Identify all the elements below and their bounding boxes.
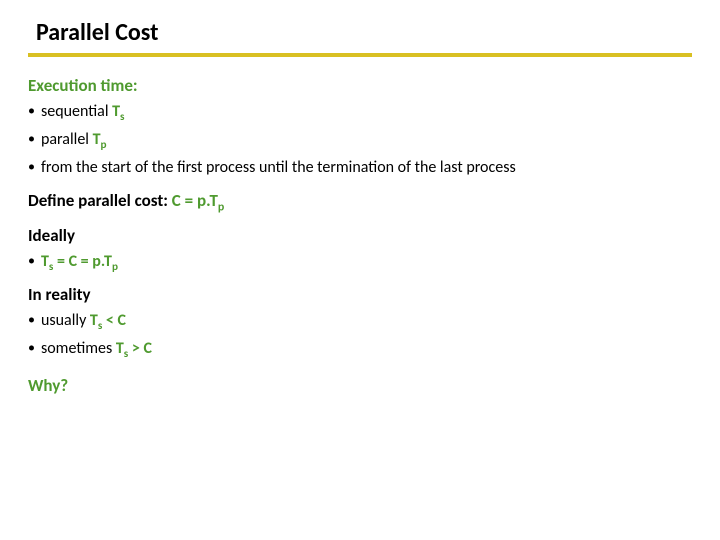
bullet-icon: • [28, 102, 35, 120]
heading-why: Why? [28, 375, 692, 396]
bullet-parallel-text: parallel Tp [41, 130, 107, 152]
symbol-T: T [41, 252, 49, 271]
in-reality-label: In reality [28, 284, 91, 305]
word-parallel: parallel [41, 130, 93, 149]
heading-in-reality: In reality [28, 284, 692, 305]
bullet-definition-note-text: from the start of the first process unti… [41, 158, 516, 178]
word-sometimes: sometimes [41, 339, 116, 358]
subscript-s: s [120, 110, 124, 124]
symbol-T: T [90, 311, 98, 330]
subscript-p: p [100, 138, 106, 152]
subscript-p: p [218, 201, 224, 215]
expr-gt: > C [128, 339, 152, 358]
symbol-T: T [112, 102, 120, 121]
symbol-T: T [116, 339, 124, 358]
heading-ideally: Ideally [28, 225, 692, 246]
heading-execution-time: Execution time: [28, 75, 692, 96]
bullet-parallel: • parallel Tp [28, 130, 692, 152]
slide-title: Parallel Cost [28, 18, 692, 57]
slide: Parallel Cost Execution time: • sequenti… [0, 0, 720, 540]
bullet-icon: • [28, 252, 35, 270]
heading-define-cost: Define parallel cost: C = p.Tp [28, 190, 692, 214]
define-expr-prefix: C = p.T [168, 190, 218, 211]
expr-mid: = C = p.T [53, 252, 112, 271]
bullet-sequential: • sequential Ts [28, 102, 692, 124]
bullet-ideally-expr: • Ts = C = p.Tp [28, 252, 692, 274]
word-usually: usually [41, 311, 90, 330]
bullet-sometimes-text: sometimes Ts > C [41, 339, 152, 361]
bullet-sequential-text: sequential Ts [41, 102, 125, 124]
word-sequential: sequential [41, 102, 112, 121]
bullet-icon: • [28, 158, 35, 176]
subscript-p: p [112, 260, 118, 274]
bullet-icon: • [28, 130, 35, 148]
bullet-icon: • [28, 339, 35, 357]
bullet-icon: • [28, 311, 35, 329]
expr-lt: < C [102, 311, 126, 330]
bullet-usually-text: usually Ts < C [41, 311, 126, 333]
define-label: Define parallel cost: [28, 190, 168, 211]
bullet-ideally-expr-text: Ts = C = p.Tp [41, 252, 118, 274]
bullet-definition-note: • from the start of the first process un… [28, 158, 692, 178]
heading-execution-time-text: Execution time: [28, 75, 138, 96]
bullet-sometimes: • sometimes Ts > C [28, 339, 692, 361]
ideally-label: Ideally [28, 225, 75, 246]
bullet-usually: • usually Ts < C [28, 311, 692, 333]
